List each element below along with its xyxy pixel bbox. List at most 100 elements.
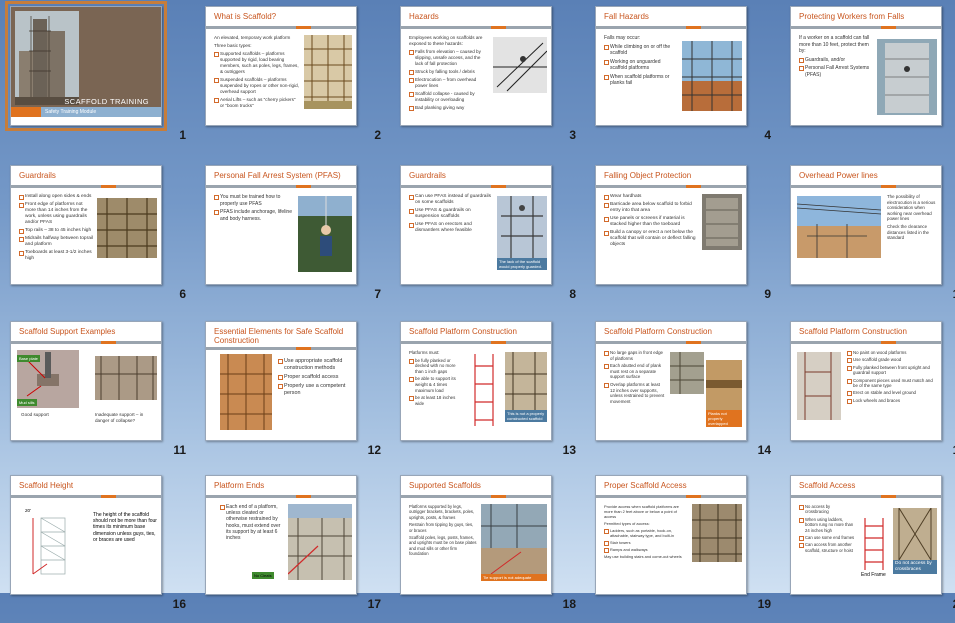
slide-title: What is Scaffold? — [214, 12, 277, 21]
slide-number: 6 — [179, 287, 186, 301]
crossbrace-photo — [893, 508, 937, 560]
power-line-photo — [797, 196, 881, 258]
scaffold-height-diagram — [23, 510, 79, 578]
slide-body: Employees working on scaffolds are expos… — [409, 35, 489, 113]
slide-9-frame[interactable]: Falling Object Protection Wear hardhats … — [595, 165, 747, 285]
slide-14-frame[interactable]: Scaffold Platform Construction No large … — [595, 321, 747, 441]
slide-title: Overhead Power lines — [799, 171, 878, 180]
slide-thumbnail-2[interactable]: What is Scaffold? An elevated, temporary… — [195, 0, 391, 154]
slide-19-frame[interactable]: Proper Scaffold Access Provide access wh… — [595, 475, 747, 595]
photo-caption: The lack of the scaffold would properly … — [497, 258, 547, 270]
slide-title: Protecting Workers from Falls — [799, 12, 905, 21]
height-label: 20' — [25, 508, 31, 513]
title-slide-title: SCAFFOLD TRAINING — [64, 97, 149, 106]
slide-body: Provide access when scaffold platforms a… — [604, 504, 688, 561]
title-rule — [791, 495, 941, 499]
slide-thumbnail-11[interactable]: Scaffold Support Examples Base plate Mud… — [0, 315, 196, 469]
slide-thumbnail-13[interactable]: Scaffold Platform Construction Platforms… — [390, 315, 586, 469]
slide-thumbnail-20[interactable]: Scaffold Access No access by crossbracin… — [780, 469, 955, 623]
label-base-plate: Base plate — [17, 355, 40, 362]
slide-thumbnail-3[interactable]: Hazards Employees working on scaffolds a… — [390, 0, 586, 154]
fall-hazard-photo — [682, 41, 742, 111]
slide-1-frame[interactable]: SCAFFOLD TRAINING Safety Training Module — [5, 1, 167, 131]
photo-caption: Planks not properly overlapped — [706, 410, 742, 427]
platform-photo — [797, 352, 841, 420]
slide-thumbnail-18[interactable]: Supported Scaffolds Platforms supported … — [390, 469, 586, 623]
slide-body: No access by crossbracing When using lad… — [799, 504, 855, 555]
label-no-cleats: No Cleats — [252, 572, 274, 579]
slide-15-frame[interactable]: Scaffold Platform Construction No paint … — [790, 321, 942, 441]
slide-title: Proper Scaffold Access — [604, 481, 687, 490]
title-rule — [206, 495, 356, 499]
slide-7-frame[interactable]: Personal Fall Arrest System (PFAS) You m… — [205, 165, 357, 285]
inadequate-support-photo — [95, 356, 157, 400]
slide-thumbnail-10[interactable]: Overhead Power lines The possibility of … — [780, 159, 955, 313]
slide-10-frame[interactable]: Overhead Power lines The possibility of … — [790, 165, 942, 285]
slide-thumbnail-12[interactable]: Essential Elements for Safe Scaffold Con… — [195, 315, 391, 469]
falling-object-photo — [702, 194, 742, 250]
slide-thumbnail-1[interactable]: SCAFFOLD TRAINING Safety Training Module… — [0, 0, 196, 154]
improper-scaffold-photo — [505, 352, 547, 410]
title-rule — [791, 185, 941, 189]
slide-thumbnail-9[interactable]: Falling Object Protection Wear hardhats … — [585, 159, 781, 313]
hazard-photo — [493, 37, 547, 93]
slide-number: 3 — [569, 128, 576, 142]
slide-number: 17 — [367, 597, 381, 611]
title-rule — [206, 185, 356, 189]
slide-16-frame[interactable]: Scaffold Height 20' The height of the sc… — [10, 475, 162, 595]
slide-body: Install along open sides & ends Front ed… — [19, 194, 93, 264]
slide-body: The possibility of electrocution is a se… — [887, 194, 936, 241]
slide-6-frame[interactable]: Guardrails Install along open sides & en… — [10, 165, 162, 285]
base-photo — [481, 548, 547, 574]
slide-body: Falls may occur: While climbing on or of… — [604, 35, 678, 89]
slide-8-frame[interactable]: Guardrails Can use PFAS instead of guard… — [400, 165, 552, 285]
slide-thumbnail-15[interactable]: Scaffold Platform Construction No paint … — [780, 315, 955, 469]
slide-title: Fall Hazards — [604, 12, 649, 21]
slide-5-frame[interactable]: Protecting Workers from Falls If a worke… — [790, 6, 942, 126]
caption-inadequate-support: Inadequate support – in danger of collap… — [95, 412, 144, 423]
slide-thumbnail-4[interactable]: Fall Hazards Falls may occur: While clim… — [585, 0, 781, 154]
slide-20-frame[interactable]: Scaffold Access No access by crossbracin… — [790, 475, 942, 595]
slide-17-frame[interactable]: Platform Ends Each end of a platform, un… — [205, 475, 357, 595]
slide-11-frame[interactable]: Scaffold Support Examples Base plate Mud… — [10, 321, 162, 441]
guardrail-photo — [497, 196, 547, 258]
title-rule — [401, 26, 551, 30]
slide-body: If a worker on a scaffold can fall more … — [799, 35, 873, 80]
slide-12-frame[interactable]: Essential Elements for Safe Scaffold Con… — [205, 321, 357, 441]
slide-thumbnail-16[interactable]: Scaffold Height 20' The height of the sc… — [0, 469, 196, 623]
title-rule — [206, 26, 356, 30]
slide-number: 11 — [173, 443, 186, 457]
slide-18-frame[interactable]: Supported Scaffolds Platforms supported … — [400, 475, 552, 595]
slide-number: 16 — [172, 597, 186, 611]
red-scaffold-drawing — [469, 354, 499, 426]
slide-thumbnail-14[interactable]: Scaffold Platform Construction No large … — [585, 315, 781, 469]
slide-thumbnail-8[interactable]: Guardrails Can use PFAS instead of guard… — [390, 159, 586, 313]
slide-thumbnail-6[interactable]: Guardrails Install along open sides & en… — [0, 159, 196, 313]
slide-13-frame[interactable]: Scaffold Platform Construction Platforms… — [400, 321, 552, 441]
slide-2-frame[interactable]: What is Scaffold? An elevated, temporary… — [205, 6, 357, 126]
label-mud-sills: Mud sills — [17, 399, 37, 406]
guardrail-photo — [97, 198, 157, 258]
slide-body: No large gaps in front edge of platforms… — [604, 350, 666, 406]
title-rule — [596, 26, 746, 30]
slide-4-frame[interactable]: Fall Hazards Falls may occur: While clim… — [595, 6, 747, 126]
slide-title: Personal Fall Arrest System (PFAS) — [214, 171, 341, 180]
slide-thumbnail-19[interactable]: Proper Scaffold Access Provide access wh… — [585, 469, 781, 623]
slide-thumbnail-5[interactable]: Protecting Workers from Falls If a worke… — [780, 0, 955, 154]
photo-caption: This is not a properly constructed scaff… — [505, 410, 547, 422]
slide-body: No paint on wood platforms Use scaffold … — [847, 350, 935, 405]
slide-thumbnail-7[interactable]: Personal Fall Arrest System (PFAS) You m… — [195, 159, 391, 313]
title-rule — [596, 185, 746, 189]
scaffold-photo — [304, 35, 352, 109]
title-rule — [401, 185, 551, 189]
slide-title: Scaffold Platform Construction — [409, 327, 517, 336]
front-edge-photo — [670, 352, 704, 394]
title-rule — [791, 26, 941, 30]
slide-3-frame[interactable]: Hazards Employees working on scaffolds a… — [400, 6, 552, 126]
title-slide-accent — [11, 107, 41, 117]
slide-title: Guardrails — [19, 171, 56, 180]
title-rule — [791, 341, 941, 345]
slide-thumbnail-17[interactable]: Platform Ends Each end of a platform, un… — [195, 469, 391, 623]
slide-body: Each end of a platform, unless cleated o… — [214, 504, 286, 543]
slide-title: Falling Object Protection — [604, 171, 692, 180]
